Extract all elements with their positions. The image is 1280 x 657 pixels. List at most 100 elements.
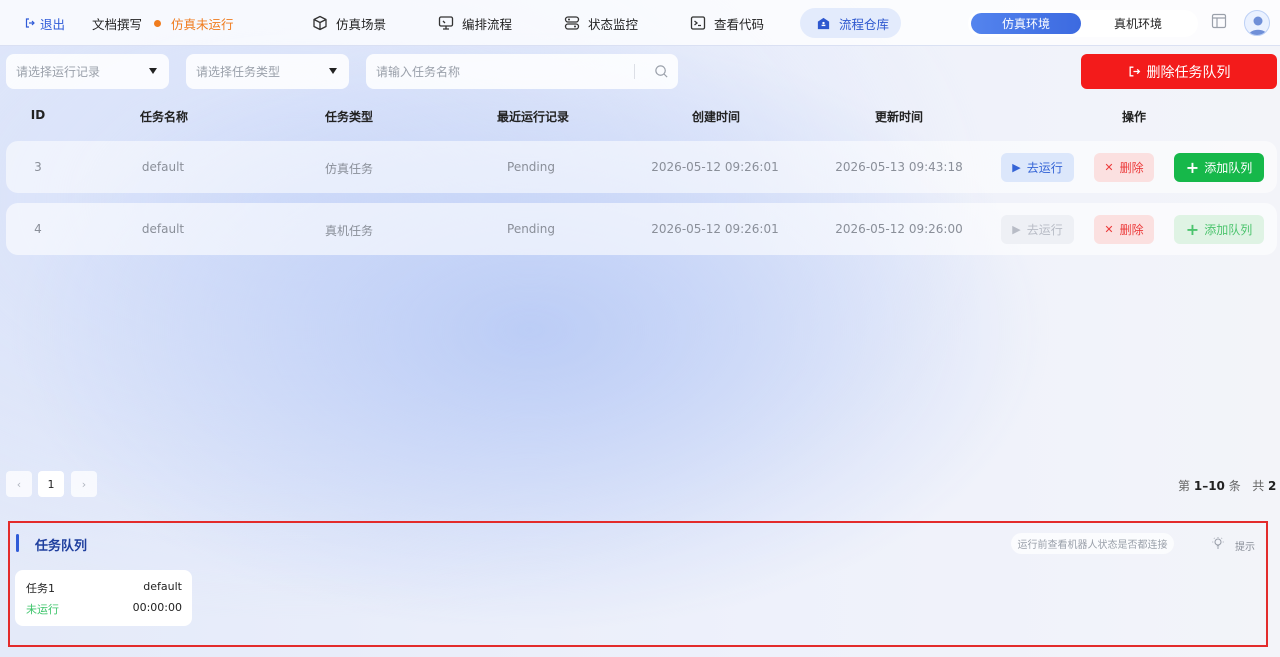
delete-task-queue-label: 删除任务队列	[1146, 64, 1231, 81]
monitor-icon	[564, 16, 580, 30]
env-sim-button[interactable]: 仿真环境	[971, 13, 1081, 34]
cell-updated: 2026-05-12 09:26:00	[835, 222, 963, 236]
col-header-last-run: 最近运行记录	[496, 110, 570, 124]
delete-label: 删除	[1119, 223, 1144, 237]
user-avatar-icon	[1249, 16, 1267, 35]
table-row: 4 default 真机任务 Pending 2026-05-12 09:26:…	[6, 203, 1277, 255]
run-button[interactable]: ▶ 去运行	[1001, 153, 1074, 182]
task-queue-panel: 任务队列 运行前查看机器人状态是否都连接 提示 任务1 default 未运行 …	[8, 521, 1268, 647]
run-record-placeholder: 请选择运行记录	[16, 65, 101, 79]
prev-page-button[interactable]: ‹	[6, 471, 32, 497]
env-toggle: 仿真环境 真机环境	[968, 10, 1198, 37]
caret-down-icon	[149, 68, 157, 74]
cell-id: 3	[34, 160, 42, 174]
total-value: 2	[1268, 479, 1277, 493]
play-icon: ▶	[1012, 223, 1021, 236]
total-prefix: 共	[1252, 479, 1265, 493]
avatar[interactable]	[1244, 10, 1270, 36]
tab-code-label: 查看代码	[714, 16, 765, 32]
queue-item-name: 任务1	[26, 582, 55, 595]
sim-status: 仿真未运行	[154, 0, 234, 46]
task-name-search-input[interactable]: 请输入任务名称	[366, 54, 678, 89]
table-row: 3 default 仿真任务 Pending 2026-05-12 09:26:…	[6, 141, 1277, 193]
plus-icon: +	[1185, 220, 1200, 239]
range-prefix: 第	[1178, 479, 1191, 493]
delete-button[interactable]: ✕ 删除	[1094, 153, 1154, 182]
hint-label[interactable]: 提示	[1235, 538, 1255, 553]
page-1-button[interactable]: 1	[38, 471, 64, 497]
caret-down-icon	[329, 68, 337, 74]
play-icon: ▶	[1012, 161, 1021, 174]
docs-label: 文档撰写	[92, 16, 143, 32]
add-to-queue-button[interactable]: + 添加队列	[1174, 153, 1264, 182]
cell-type: 真机任务	[324, 224, 374, 238]
queue-item-card[interactable]: 任务1 default 未运行 00:00:00	[15, 570, 192, 626]
pagination-summary: 第 1–10 条 共 2 条	[1178, 477, 1280, 494]
add-label: 添加队列	[1204, 161, 1253, 175]
repository-icon	[817, 17, 830, 29]
top-nav-bar: 退出 文档撰写 仿真未运行 仿真场景 编排流程 状态监控 查看代码 流程仓库 仿…	[0, 0, 1280, 46]
logout-label: 退出	[40, 16, 66, 32]
close-icon: ✕	[1104, 223, 1114, 236]
tab-view-code[interactable]: 查看代码	[690, 0, 764, 46]
add-label: 添加队列	[1204, 223, 1253, 237]
run-label: 去运行	[1026, 223, 1063, 237]
env-real-button[interactable]: 真机环境	[1083, 13, 1193, 34]
cell-id: 4	[34, 222, 42, 236]
cell-name: default	[141, 160, 185, 174]
search-icon[interactable]	[654, 64, 669, 79]
layout-toggle-icon[interactable]	[1211, 13, 1227, 32]
status-dot-icon	[154, 19, 161, 27]
logout-icon	[1129, 66, 1140, 77]
tab-flow-repository[interactable]: 流程仓库	[800, 8, 902, 38]
logout-icon	[25, 18, 35, 28]
delete-button[interactable]: ✕ 删除	[1094, 215, 1154, 244]
cell-created: 2026-05-12 09:26:01	[651, 222, 779, 236]
chevron-right-icon: ›	[81, 477, 87, 491]
col-header-id: ID	[30, 108, 46, 122]
tab-repo-label: 流程仓库	[839, 16, 890, 32]
run-record-select[interactable]: 请选择运行记录	[6, 54, 169, 89]
logout-button[interactable]: 退出	[24, 0, 65, 46]
tab-status-monitor[interactable]: 状态监控	[564, 0, 638, 46]
tab-flow-orchestration[interactable]: 编排流程	[438, 0, 512, 46]
flow-icon	[438, 16, 454, 30]
task-type-select[interactable]: 请选择任务类型	[186, 54, 349, 89]
search-placeholder: 请输入任务名称	[376, 65, 461, 79]
tab-flow-label: 编排流程	[462, 16, 513, 32]
cell-type: 仿真任务	[324, 162, 374, 176]
search-divider	[634, 64, 635, 79]
queue-item-status: 未运行	[26, 603, 59, 616]
range-value: 1–10	[1193, 479, 1225, 493]
lightbulb-icon[interactable]	[1211, 536, 1225, 550]
delete-task-queue-button[interactable]: 删除任务队列	[1081, 54, 1277, 89]
cell-last-run: Pending	[507, 222, 555, 236]
sim-status-label: 仿真未运行	[171, 16, 234, 32]
col-header-type: 任务类型	[324, 110, 374, 124]
range-suffix: 条	[1228, 479, 1241, 493]
queue-item-time: 00:00:00	[132, 601, 182, 614]
tab-sim-scene[interactable]: 仿真场景	[312, 0, 386, 46]
next-page-button[interactable]: ›	[71, 471, 97, 497]
chevron-left-icon: ‹	[16, 477, 22, 491]
queue-title: 任务队列	[35, 539, 88, 554]
queue-hint: 运行前查看机器人状态是否都连接	[1011, 533, 1174, 554]
close-icon: ✕	[1104, 161, 1114, 174]
run-label: 去运行	[1026, 161, 1063, 175]
col-header-name: 任务名称	[139, 110, 189, 124]
cube-icon	[313, 15, 327, 31]
col-header-actions: 操作	[1121, 110, 1147, 124]
tab-monitor-label: 状态监控	[588, 16, 639, 32]
tab-sim-scene-label: 仿真场景	[336, 16, 387, 32]
add-to-queue-button-disabled: + 添加队列	[1174, 215, 1264, 244]
delete-label: 删除	[1119, 161, 1144, 175]
cell-name: default	[141, 222, 185, 236]
terminal-icon	[690, 16, 706, 30]
cell-last-run: Pending	[507, 160, 555, 174]
plus-icon: +	[1185, 158, 1200, 177]
col-header-created: 创建时间	[691, 110, 741, 124]
queue-item-flow: default	[143, 580, 182, 593]
docs-button[interactable]: 文档撰写	[92, 0, 142, 46]
col-header-updated: 更新时间	[874, 110, 924, 124]
run-button-disabled: ▶ 去运行	[1001, 215, 1074, 244]
